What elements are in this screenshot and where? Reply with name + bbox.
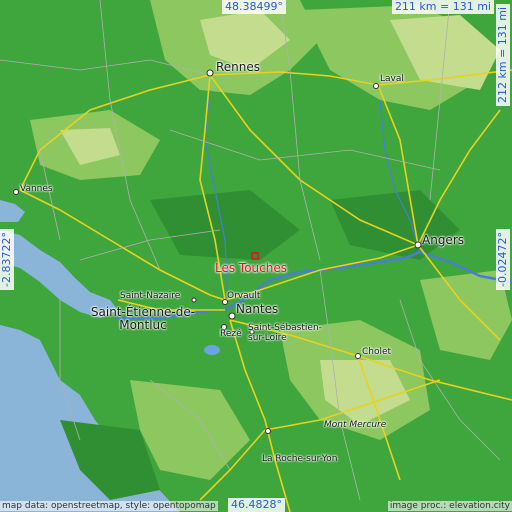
label-reze[interactable]: Rezé	[220, 330, 242, 339]
label-la-roche-sur-yon[interactable]: La Roche-sur-Yon	[262, 455, 337, 464]
top-latitude: 48.38499°	[222, 0, 286, 15]
label-saint-nazaire[interactable]: Saint-Nazaire	[120, 292, 180, 301]
label-laval[interactable]: Laval	[380, 75, 404, 84]
bottom-latitude: 46.4828°	[228, 497, 285, 512]
map-credit-right: image proc.: elevation.city	[387, 501, 512, 511]
label-angers[interactable]: Angers	[422, 234, 464, 246]
map-credit-left: map data: openstreetmap, style: opentopo…	[0, 501, 218, 511]
label-saint-sebastien[interactable]: Saint-Sébastien-sur-Loire	[248, 323, 326, 344]
label-orvault[interactable]: Orvault	[227, 292, 260, 301]
label-vannes[interactable]: Vannes	[20, 185, 53, 194]
lake-grand-lieu	[204, 345, 220, 355]
label-mont-mercure[interactable]: Mont Mercure	[324, 421, 386, 430]
label-nantes[interactable]: Nantes	[236, 303, 278, 315]
label-rennes[interactable]: Rennes	[216, 61, 260, 73]
right-longitude: -0.02472°	[496, 229, 511, 290]
left-longitude: -2.83722°	[0, 229, 15, 290]
scale-horizontal: 211 km = 131 mi	[391, 0, 494, 15]
scale-vertical: 212 km = 131 mi	[496, 3, 511, 106]
map-terrain	[0, 0, 512, 512]
topographic-map[interactable]: Rennes Laval Vannes Angers Les Touches S…	[0, 0, 512, 512]
label-les-touches[interactable]: Les Touches	[215, 262, 287, 274]
label-cholet[interactable]: Cholet	[362, 348, 391, 357]
label-saint-etienne[interactable]: Saint-Étienne-de-Montluc	[88, 305, 198, 332]
